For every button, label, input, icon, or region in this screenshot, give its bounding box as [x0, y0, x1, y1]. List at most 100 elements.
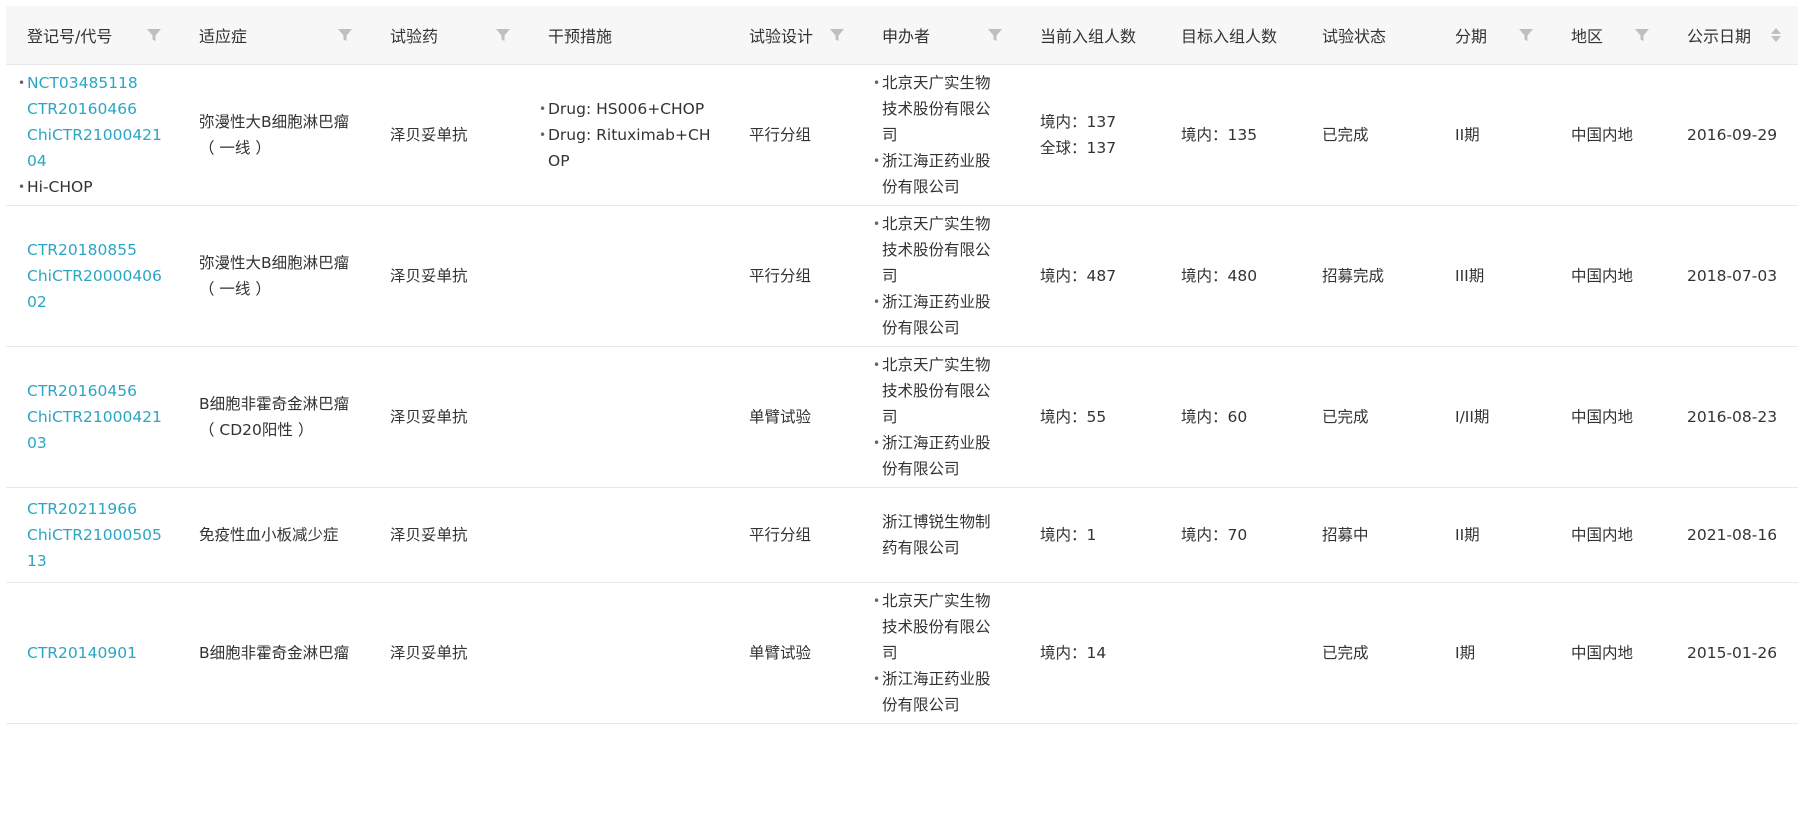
sponsor-item: 北京天广实生物技术股份有限公司 [882, 211, 1005, 289]
column-header-date[interactable]: 公示日期 [1666, 6, 1798, 65]
sponsor-item-text: 北京天广实生物技术股份有限公司 [882, 591, 991, 662]
column-header-status: 试验状态 [1301, 6, 1434, 65]
registration-id-link[interactable]: ChiCTR2000040602 [27, 263, 164, 315]
column-header-target-enroll: 目标入组人数 [1160, 6, 1301, 65]
column-header-label: 当前入组人数 [1040, 26, 1137, 46]
cell-registration-ids: CTR20140901 [6, 582, 178, 723]
column-header-label: 干预措施 [548, 26, 613, 46]
cell-design: 平行分组 [728, 64, 861, 205]
bullet-dot-icon [873, 148, 882, 174]
registration-id-link[interactable]: ChiCTR2100042104 [27, 122, 164, 174]
table-row: CTR20140901 B细胞非霍奇金淋巴瘤 泽贝妥单抗 单臂试验 北京天广实生物技术股… [6, 582, 1798, 723]
filter-icon[interactable] [146, 27, 162, 43]
target-enroll-value: 境内：480 [1181, 266, 1258, 285]
drug-text: 泽贝妥单抗 [390, 643, 468, 662]
sponsor-item: 北京天广实生物技术股份有限公司 [882, 588, 1005, 666]
cell-region: 中国内地 [1550, 64, 1666, 205]
design-text: 平行分组 [749, 266, 812, 285]
cell-region: 中国内地 [1550, 346, 1666, 487]
cell-target-enroll: 境内：60 [1160, 346, 1301, 487]
cell-phase: III期 [1434, 205, 1550, 346]
cell-design: 平行分组 [728, 487, 861, 582]
cell-phase: I期 [1434, 582, 1550, 723]
target-enroll-value: 境内：135 [1181, 125, 1258, 144]
cell-interventions [527, 346, 728, 487]
drug-text: 泽贝妥单抗 [390, 266, 468, 285]
registration-id-link[interactable]: NCT03485118 [27, 70, 164, 96]
phase-text: I/II期 [1455, 407, 1490, 426]
cell-indication: 弥漫性大B细胞淋巴瘤（ 一线 ） [178, 205, 369, 346]
cell-status: 已完成 [1301, 346, 1434, 487]
column-header-label: 地区 [1571, 26, 1604, 46]
registration-id-link[interactable]: CTR20211966 [27, 496, 164, 522]
filter-icon[interactable] [1634, 27, 1650, 43]
cell-interventions [527, 205, 728, 346]
status-text: 已完成 [1322, 125, 1369, 144]
cell-phase: II期 [1434, 64, 1550, 205]
drug-text: 泽贝妥单抗 [390, 407, 468, 426]
cell-drug: 泽贝妥单抗 [369, 205, 527, 346]
status-text: 已完成 [1322, 407, 1369, 426]
filter-icon[interactable] [1518, 27, 1534, 43]
registration-id-link[interactable]: ChiCTR2100050513 [27, 522, 164, 574]
region-text: 中国内地 [1571, 125, 1634, 144]
column-header-label: 适应症 [199, 26, 248, 46]
cell-target-enroll [1160, 582, 1301, 723]
column-header-sponsor: 申办者 [861, 6, 1019, 65]
date-text: 2021-08-16 [1687, 525, 1778, 544]
design-text: 单臂试验 [749, 643, 812, 662]
status-text: 招募完成 [1322, 266, 1385, 285]
filter-icon[interactable] [829, 27, 845, 43]
cell-sponsors: 北京天广实生物技术股份有限公司浙江海正药业股份有限公司 [861, 582, 1019, 723]
column-header-label: 试验状态 [1322, 26, 1387, 46]
cell-drug: 泽贝妥单抗 [369, 346, 527, 487]
cell-interventions [527, 582, 728, 723]
cell-date: 2016-09-29 [1666, 64, 1798, 205]
sponsor-item-text: 浙江海正药业股份有限公司 [882, 433, 991, 478]
cell-sponsors: 北京天广实生物技术股份有限公司浙江海正药业股份有限公司 [861, 205, 1019, 346]
filter-icon[interactable] [987, 27, 1003, 43]
cell-drug: 泽贝妥单抗 [369, 64, 527, 205]
cell-drug: 泽贝妥单抗 [369, 487, 527, 582]
current-enroll-value: 境内：487 [1040, 266, 1117, 285]
trials-table-container: 登记号/代号 适应症 试验药 干预措施 试验设计 申办者 当前入组人数 目标入组人数 试验状态 分… [6, 6, 1798, 829]
sponsor-item-text: 浙江海正药业股份有限公司 [882, 151, 991, 196]
intervention-item: Drug: HS006+CHOP [548, 96, 714, 122]
phase-text: I期 [1455, 643, 1476, 662]
filter-icon[interactable] [495, 27, 511, 43]
sponsor-item: 浙江海正药业股份有限公司 [882, 666, 1005, 718]
region-text: 中国内地 [1571, 407, 1634, 426]
registration-id-link[interactable]: CTR20160466 [27, 96, 164, 122]
sponsor-text: 浙江博锐生物制药有限公司 [882, 512, 991, 557]
registration-id-link[interactable]: ChiCTR2100042103 [27, 404, 164, 456]
cell-current-enroll: 境内：55 [1019, 346, 1160, 487]
trial-code-text: Hi-CHOP [27, 177, 93, 196]
sponsor-item: 浙江海正药业股份有限公司 [882, 430, 1005, 482]
intervention-item-text: Drug: Rituximab+CHOP [548, 125, 711, 170]
filter-icon[interactable] [337, 27, 353, 43]
sponsor-item-text: 北京天广实生物技术股份有限公司 [882, 355, 991, 426]
column-header-current-enroll: 当前入组人数 [1019, 6, 1160, 65]
table-row: CTR20160456 ChiCTR2100042103 B细胞非霍奇金淋巴瘤（ C… [6, 346, 1798, 487]
sponsor-item-text: 浙江海正药业股份有限公司 [882, 292, 991, 337]
column-header-label: 分期 [1455, 26, 1488, 46]
sort-icon[interactable] [1770, 26, 1782, 44]
design-text: 平行分组 [749, 525, 812, 544]
column-header-region: 地区 [1550, 6, 1666, 65]
registration-id-link[interactable]: CTR20180855 [27, 237, 164, 263]
column-header-drug: 试验药 [369, 6, 527, 65]
registration-id-link[interactable]: CTR20160456 [27, 378, 164, 404]
table-body: NCT03485118CTR20160466ChiCTR2100042104 Hi… [6, 64, 1798, 723]
sponsor-item: 浙江海正药业股份有限公司 [882, 289, 1005, 341]
design-text: 单臂试验 [749, 407, 812, 426]
bullet-dot-icon [873, 588, 882, 614]
phase-text: II期 [1455, 525, 1480, 544]
date-text: 2018-07-03 [1687, 266, 1778, 285]
bullet-dot-icon [539, 96, 548, 122]
cell-registration-ids: CTR20211966 ChiCTR2100050513 [6, 487, 178, 582]
bullet-dot-icon [18, 70, 27, 96]
table-row: CTR20211966 ChiCTR2100050513 免疫性血小板减少症 泽贝妥单… [6, 487, 1798, 582]
cell-status: 招募中 [1301, 487, 1434, 582]
registration-id-link[interactable]: CTR20140901 [27, 640, 164, 666]
column-header-design: 试验设计 [728, 6, 861, 65]
